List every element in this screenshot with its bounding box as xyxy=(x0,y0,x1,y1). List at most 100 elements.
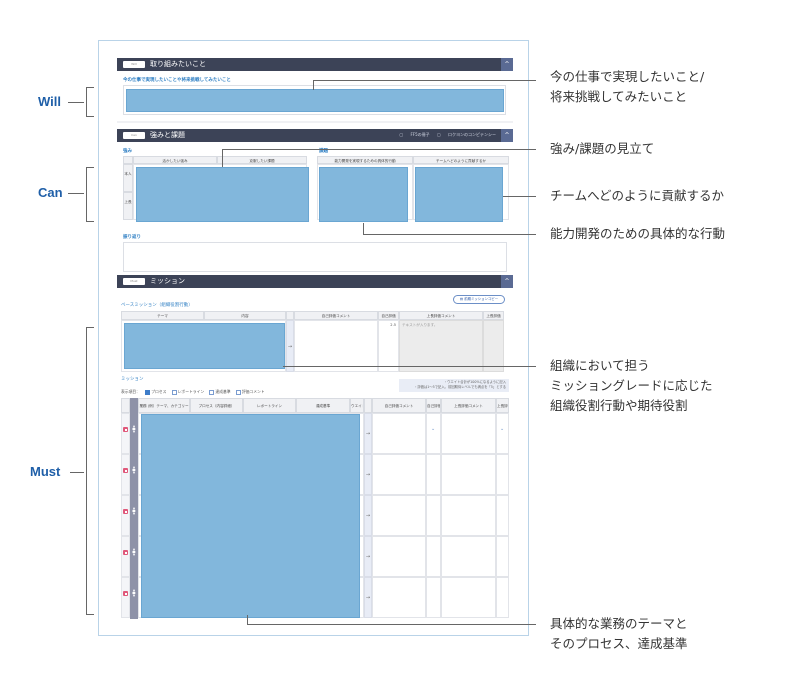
contribution-input[interactable] xyxy=(415,167,503,222)
will-label: Will xyxy=(38,94,61,109)
drag-handle-icon[interactable]: ▴ ● ▾ xyxy=(132,588,136,598)
base-theme-content-input[interactable] xyxy=(124,323,285,369)
header-spacer xyxy=(286,311,294,320)
strength-leader-v xyxy=(222,149,223,167)
collapse-button[interactable]: ^ xyxy=(501,129,513,142)
copy-arrow-button[interactable]: → xyxy=(364,577,372,618)
can-connector xyxy=(68,193,84,194)
copy-arrow-button[interactable]: → xyxy=(364,495,372,536)
mission-notes: ・ウエイト合計が100%になるように記入 ・評価は1〜5で記入。前回期待レベルで… xyxy=(399,379,509,392)
row-self-score-select[interactable] xyxy=(426,454,441,495)
row-boss-comment-input[interactable] xyxy=(441,536,496,577)
drag-handle-icon[interactable]: ▴ ● ▾ xyxy=(132,506,136,516)
delete-row-icon[interactable] xyxy=(123,591,128,596)
divider xyxy=(117,121,513,123)
delete-row-icon[interactable] xyxy=(123,468,128,473)
annotation-line: 能力開発のための具体的な行動 xyxy=(550,226,726,241)
will-section-header: Will 取り組みたいこと ^ xyxy=(117,58,513,71)
mission-task-process-input[interactable] xyxy=(141,414,360,618)
checkbox-reportline[interactable] xyxy=(171,389,177,395)
row-control-cell xyxy=(121,577,130,618)
header-self-comment: 自己評価コメント xyxy=(294,311,378,320)
option-label: プロセス xyxy=(151,389,167,394)
strength-leader-h xyxy=(222,149,536,150)
can-label: Can xyxy=(38,185,63,200)
section-tag: Will xyxy=(123,61,145,68)
header-actions: 能力開発を実現するための具体的行動 xyxy=(317,156,413,164)
section-title: ミッション xyxy=(150,277,185,285)
contribution-leader-h xyxy=(503,196,536,197)
copy-previous-mission-button[interactable]: ▤ 前期ミッションコピー xyxy=(453,295,505,304)
annotation-line: 今の仕事で実現したいこと/ xyxy=(550,69,705,84)
delete-row-icon[interactable] xyxy=(123,427,128,432)
task-leader-h xyxy=(247,624,536,625)
self-comment-input[interactable] xyxy=(294,320,378,372)
header-reportline: レポートライン xyxy=(243,398,296,413)
collapse-button[interactable]: ^ xyxy=(501,58,513,71)
section-title: 取り組みたいこと xyxy=(150,60,206,68)
header-task: 業務 (例）テーマ、カテゴリー xyxy=(138,398,190,413)
copy-arrow-button[interactable]: → xyxy=(364,413,372,454)
checkbox-process[interactable] xyxy=(145,389,151,395)
drag-handle-icon[interactable]: ▴ ● ▾ xyxy=(132,465,136,475)
row-boss-comment-input[interactable] xyxy=(441,577,496,618)
strengths-issues-input[interactable] xyxy=(136,167,309,222)
row-boss-score-select[interactable] xyxy=(496,495,509,536)
row-control-cell xyxy=(121,454,130,495)
can-section-body: 強み 課題 活かしたい強み 克服したい課題 能力開発を実現するための具体的行動 … xyxy=(117,142,513,274)
row-self-score-select[interactable] xyxy=(426,495,441,536)
copy-arrow-button[interactable]: → xyxy=(364,536,372,577)
row-boss-score-select[interactable] xyxy=(496,577,509,618)
row-boss-score-select[interactable] xyxy=(496,454,509,495)
annotation-line: 将来挑戦してみたいこと xyxy=(550,89,688,104)
row-self-comment-input[interactable] xyxy=(372,413,426,454)
annotation-contribution: チームへどのように貢献するか xyxy=(550,186,724,206)
boss-score-readonly xyxy=(483,320,504,372)
header-weight: ウエイト xyxy=(350,398,364,413)
row-boss-score-select[interactable]: ⌄ xyxy=(496,413,509,454)
option-label: 達成基準 xyxy=(215,389,231,394)
actions-input[interactable] xyxy=(319,167,408,222)
mission-leader-h xyxy=(283,366,536,367)
task-leader-v xyxy=(247,615,248,624)
option-label: 評価コメント xyxy=(241,389,265,394)
delete-row-icon[interactable] xyxy=(123,550,128,555)
copy-arrow-button[interactable]: → xyxy=(364,454,372,495)
section-tag: Can xyxy=(123,132,145,139)
action-leader-h xyxy=(363,234,536,235)
row-control-cell xyxy=(121,536,130,577)
section-title: 強みと課題 xyxy=(150,131,185,139)
link-ff5-booklet[interactable]: ▢ FF5の冊子 xyxy=(399,132,429,137)
delete-row-icon[interactable] xyxy=(123,509,128,514)
row-boss-comment-input[interactable] xyxy=(441,454,496,495)
checkbox-criteria[interactable] xyxy=(209,389,215,395)
will-connector xyxy=(68,102,84,103)
row-self-score-select[interactable]: ⌄ xyxy=(426,413,441,454)
row-self-score-select[interactable] xyxy=(426,577,441,618)
checkbox-eval-comment[interactable] xyxy=(235,389,241,395)
header-m-boss-score: 上長評価 xyxy=(496,398,509,413)
copy-arrow-button[interactable]: → xyxy=(286,320,294,372)
link-competency[interactable]: ▢ ロクヨンのコンピテンシー xyxy=(437,132,496,137)
collapse-button[interactable]: ^ xyxy=(501,275,513,288)
will-textarea[interactable] xyxy=(126,89,504,112)
row-self-comment-input[interactable] xyxy=(372,536,426,577)
row-label-self: 本人 xyxy=(123,164,133,192)
row-self-comment-input[interactable] xyxy=(372,454,426,495)
header-issues: 克服したい課題 xyxy=(217,156,307,164)
row-self-comment-input[interactable] xyxy=(372,577,426,618)
can-bracket xyxy=(86,167,94,222)
row-boss-comment-input[interactable] xyxy=(441,495,496,536)
annotation-task-process: 具体的な業務のテーマと そのプロセス、達成基準 xyxy=(550,614,688,654)
reflection-textarea[interactable] xyxy=(123,242,507,272)
header-self-score: 自己評価 xyxy=(378,311,399,320)
drag-handle-icon[interactable]: ▴ ● ▾ xyxy=(132,424,136,434)
drag-handle-icon[interactable]: ▴ ● ▾ xyxy=(132,547,136,557)
row-boss-comment-input[interactable] xyxy=(441,413,496,454)
row-self-comment-input[interactable] xyxy=(372,495,426,536)
self-score-input[interactable]: 2.5 xyxy=(378,320,399,372)
action-leader-v xyxy=(363,223,364,234)
row-boss-score-select[interactable] xyxy=(496,536,509,577)
annotation-base-mission: 組織において担う ミッショングレードに応じた 組織役割行動や期待役割 xyxy=(550,356,713,416)
row-self-score-select[interactable] xyxy=(426,536,441,577)
